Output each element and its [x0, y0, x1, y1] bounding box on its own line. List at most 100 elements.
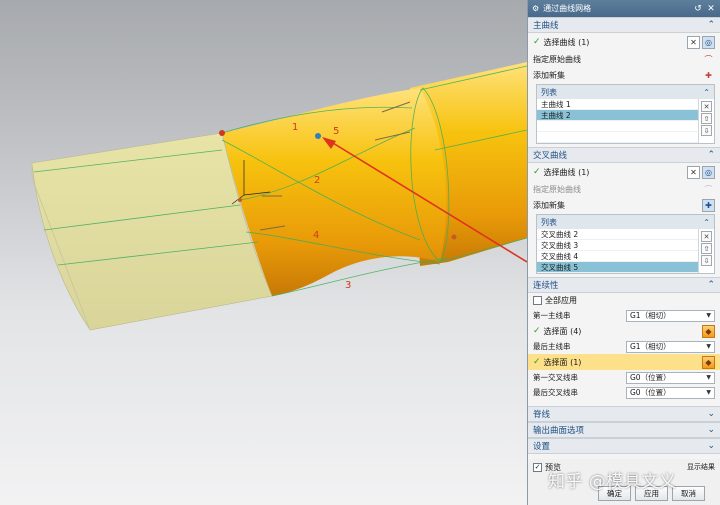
through-curve-mesh-dialog: ⚙ 通过曲线网格 ↺ ✕ 主曲线 ⌃ ✓ 选择曲线 (1) ✕ ◎ 指定原始曲线…	[527, 0, 720, 505]
list-item[interactable]: 交叉曲线 3	[537, 240, 698, 251]
last-cross-label: 最后交叉线串	[533, 388, 578, 397]
chevron-down-icon: ▼	[706, 343, 711, 350]
add-set-icon[interactable]: ✚	[702, 198, 715, 212]
select-face-row-1[interactable]: ✓ 选择面 (4) ◆	[528, 323, 720, 339]
first-cross-select[interactable]: G0（位置） ▼	[626, 371, 715, 384]
first-cross-value: G0（位置）	[630, 373, 671, 382]
chevron-down-icon: ▼	[706, 374, 711, 381]
deselect-icon[interactable]: ✕	[687, 35, 700, 49]
primary-select-label: 选择曲线 (1)	[543, 37, 590, 47]
list-item[interactable]: 交叉曲线 5	[537, 262, 698, 273]
cross-list-title: 列表	[541, 217, 557, 227]
move-down-icon[interactable]: ⇩	[701, 125, 712, 136]
first-cross-label: 第一交叉线串	[533, 373, 578, 382]
apply-all-checkbox[interactable]	[533, 296, 542, 305]
cross-list-header[interactable]: 列表 ⌃	[537, 215, 714, 229]
section-spine[interactable]: 脊线 ⌄	[528, 406, 720, 422]
model-canvas[interactable]: 1 5 2 4 3	[0, 0, 527, 505]
show-result-button[interactable]: 显示结果	[687, 462, 715, 472]
last-cross-value: G0（位置）	[630, 388, 671, 397]
last-primary-select[interactable]: G1（相切） ▼	[626, 340, 715, 353]
list-item[interactable]: 主曲线 1	[537, 99, 698, 110]
cross-origin-row[interactable]: 指定原始曲线 ⌒	[528, 181, 720, 197]
first-primary-select[interactable]: G1（相切） ▼	[626, 309, 715, 322]
cross-origin-label: 指定原始曲线	[533, 184, 581, 194]
primary-add-set-label: 添加新集	[533, 70, 565, 80]
section-cross-label: 交叉曲线	[533, 151, 568, 161]
cross-select-label: 选择曲线 (1)	[543, 167, 590, 177]
select-face-row-2[interactable]: ✓ 选择面 (1) ◆	[528, 354, 720, 370]
apply-all-row[interactable]: 全部应用	[528, 293, 720, 308]
curve-rule-icon[interactable]: ◎	[702, 165, 715, 179]
list-item-empty	[537, 121, 698, 132]
chevron-up-icon[interactable]: ⌃	[703, 88, 710, 97]
check-icon: ✓	[533, 167, 541, 177]
chevron-down-icon[interactable]: ⌄	[707, 441, 715, 451]
list-item[interactable]: 交叉曲线 2	[537, 229, 698, 240]
curve-label-4: 4	[313, 230, 319, 241]
first-primary-row: 第一主线串 G1（相切） ▼	[528, 308, 720, 323]
chevron-down-icon[interactable]: ⌄	[707, 425, 715, 435]
chevron-down-icon: ▼	[706, 312, 711, 319]
last-primary-label: 最后主线串	[533, 342, 571, 351]
move-up-icon[interactable]: ⇧	[701, 243, 712, 254]
move-up-icon[interactable]: ⇧	[701, 113, 712, 124]
graphics-viewport[interactable]: 1 5 2 4 3	[0, 0, 527, 505]
chevron-up-icon[interactable]: ⌃	[703, 218, 710, 227]
add-set-icon[interactable]: ✚	[702, 69, 715, 82]
section-cross-curves[interactable]: 交叉曲线 ⌃	[528, 147, 720, 163]
move-down-icon[interactable]: ⇩	[701, 255, 712, 266]
deselect-icon[interactable]: ✕	[687, 165, 700, 179]
watermark: 知乎 @模具文义	[548, 472, 677, 492]
dialog-footer: ✓ 预览 显示结果 确定 应用 取消 知乎 @模具文义	[528, 459, 720, 505]
last-primary-value: G1（相切）	[630, 342, 671, 351]
apply-all-label: 全部应用	[545, 296, 577, 305]
last-cross-select[interactable]: G0（位置） ▼	[626, 386, 715, 399]
chevron-down-icon[interactable]: ⌄	[707, 409, 715, 419]
section-output-options[interactable]: 输出曲面选项 ⌄	[528, 422, 720, 438]
cross-select-row[interactable]: ✓ 选择曲线 (1) ✕ ◎	[528, 163, 720, 181]
list-item[interactable]: 主曲线 2	[537, 110, 698, 121]
last-cross-row: 最后交叉线串 G0（位置） ▼	[528, 385, 720, 400]
first-primary-label: 第一主线串	[533, 311, 571, 320]
origin-curve-icon[interactable]: ⌒	[702, 53, 715, 66]
face-select-icon[interactable]: ◆	[702, 324, 715, 338]
curve-label-1: 1	[292, 122, 298, 133]
primary-select-row[interactable]: ✓ 选择曲线 (1) ✕ ◎	[528, 33, 720, 51]
primary-list-header[interactable]: 列表 ⌃	[537, 85, 714, 99]
section-settings-label: 设置	[533, 442, 551, 452]
section-continuity[interactable]: 连续性 ⌃	[528, 277, 720, 293]
cross-add-set-row[interactable]: 添加新集 ✚	[528, 197, 720, 213]
remove-icon[interactable]: ✕	[701, 231, 712, 242]
origin-curve-icon[interactable]: ⌒	[702, 183, 715, 196]
cancel-button[interactable]: 取消	[672, 486, 705, 501]
first-primary-value: G1（相切）	[630, 311, 671, 320]
preview-checkbox[interactable]: ✓	[533, 462, 542, 472]
dialog-title: 通过曲线网格	[543, 4, 592, 13]
section-settings[interactable]: 设置 ⌄	[528, 438, 720, 454]
first-cross-row: 第一交叉线串 G0（位置） ▼	[528, 370, 720, 385]
chevron-up-icon[interactable]: ⌃	[707, 280, 715, 290]
list-item[interactable]: 交叉曲线 4	[537, 251, 698, 262]
select-face-label-1: 选择面 (4)	[543, 326, 582, 336]
cross-add-set-label: 添加新集	[533, 200, 565, 210]
primary-add-set-row[interactable]: 添加新集 ✚	[528, 67, 720, 83]
settings-gear-icon[interactable]: ⚙	[532, 4, 539, 13]
section-primary-curves[interactable]: 主曲线 ⌃	[528, 17, 720, 33]
close-icon[interactable]: ✕	[706, 4, 716, 14]
primary-origin-row[interactable]: 指定原始曲线 ⌒	[528, 51, 720, 67]
select-face-label-2: 选择面 (1)	[543, 357, 582, 367]
section-continuity-label: 连续性	[533, 281, 559, 291]
remove-icon[interactable]: ✕	[701, 101, 712, 112]
section-output-label: 输出曲面选项	[533, 426, 585, 436]
dialog-titlebar: ⚙ 通过曲线网格 ↺ ✕	[528, 0, 720, 17]
face-select-icon[interactable]: ◆	[702, 355, 715, 369]
chevron-up-icon[interactable]: ⌃	[707, 20, 715, 30]
list-item-empty	[537, 132, 698, 143]
chevron-up-icon[interactable]: ⌃	[707, 150, 715, 160]
check-icon: ✓	[533, 326, 541, 336]
curve-label-2: 2	[314, 175, 320, 186]
reset-icon[interactable]: ↺	[693, 4, 703, 14]
curve-rule-icon[interactable]: ◎	[702, 35, 715, 49]
primary-list-title: 列表	[541, 87, 557, 97]
